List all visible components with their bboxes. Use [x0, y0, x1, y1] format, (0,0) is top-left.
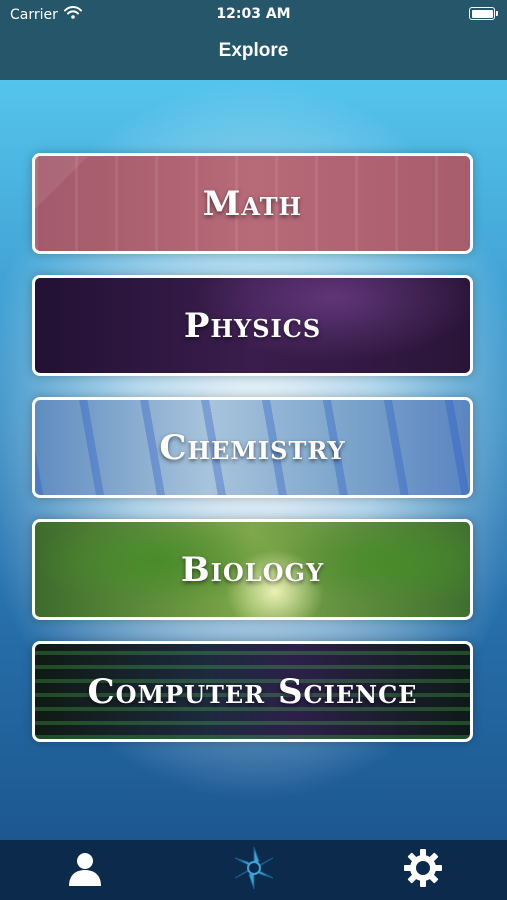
settings-gear-icon	[402, 847, 444, 893]
subject-card-chemistry[interactable]: Chemistry	[32, 397, 473, 498]
battery-icon	[469, 7, 498, 20]
app-logo-icon	[229, 843, 279, 897]
subject-label: Computer Science	[87, 671, 418, 712]
clock: 12:03 AM	[216, 6, 291, 22]
top-bar: Carrier 12:03 AM Explore	[0, 0, 507, 80]
page-title: Explore	[218, 40, 289, 61]
subject-label: Math	[202, 183, 303, 224]
subject-label: Chemistry	[159, 427, 346, 468]
subject-card-biology[interactable]: Biology	[32, 519, 473, 620]
tab-bar	[0, 840, 507, 900]
tab-explore[interactable]	[169, 840, 338, 900]
subject-label: Physics	[183, 305, 322, 346]
subject-label: Biology	[180, 549, 325, 590]
status-bar: Carrier 12:03 AM	[0, 0, 507, 28]
subject-list: Math Physics Chemistry Biology Computer …	[0, 80, 507, 840]
subject-card-computer-science[interactable]: Computer Science	[32, 641, 473, 742]
subject-card-physics[interactable]: Physics	[32, 275, 473, 376]
tab-settings[interactable]	[338, 840, 507, 900]
tab-profile[interactable]	[0, 840, 169, 900]
profile-icon	[65, 848, 105, 892]
subject-card-math[interactable]: Math	[32, 153, 473, 254]
